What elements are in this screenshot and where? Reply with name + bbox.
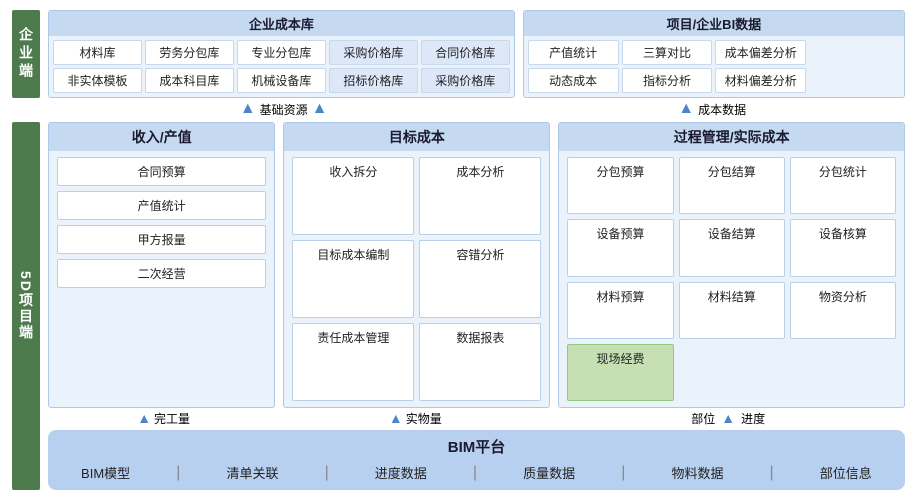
bim-divider: | <box>770 464 774 482</box>
bim-item: BIM模型 <box>81 463 130 482</box>
panel-target-title: 目标成本 <box>284 123 549 151</box>
panel-right-item: 物资分析 <box>790 282 896 339</box>
main-container: 企业端 企业成本库 材料库 劳务分包库 专业分包库 采购价格库 合同价格库 非实… <box>0 0 917 500</box>
arrow-complete-label: 完工量 <box>154 410 190 427</box>
panel-process-title: 过程管理/实际成本 <box>559 123 904 151</box>
enterprise-cell: 材料库 <box>53 40 142 65</box>
enterprise-cell: 合同价格库 <box>421 40 510 65</box>
panel-item: 产值统计 <box>57 191 266 220</box>
enterprise-cell: 产值统计 <box>528 40 619 65</box>
middle-content: 收入/产值 合同预算 产值统计 甲方报量 二次经营 目标成本 收入拆分 成本分析… <box>48 122 905 490</box>
enterprise-left-grid: 材料库 劳务分包库 专业分包库 采购价格库 合同价格库 非实体模板 成本科目库 … <box>49 36 514 97</box>
panel-income-body: 合同预算 产值统计 甲方报量 二次经营 <box>49 151 274 407</box>
enterprise-cell: 指标分析 <box>622 68 713 93</box>
arrow-up-icon6: ▲ <box>721 410 735 426</box>
bim-title: BIM平台 <box>58 436 895 457</box>
bim-divider: | <box>325 464 329 482</box>
panel-grid-item: 责任成本管理 <box>292 323 414 401</box>
enterprise-left-block: 企业成本库 材料库 劳务分包库 专业分包库 采购价格库 合同价格库 非实体模板 … <box>48 10 515 98</box>
enterprise-cell: 三算对比 <box>622 40 713 65</box>
arrow-real-label: 实物量 <box>406 410 442 427</box>
arrow-dept-label: 部位 <box>691 410 715 427</box>
arrow-up-icon2: ▲ <box>312 101 328 117</box>
top-arrow-right-label: 成本数据 <box>698 101 746 118</box>
panel-process: 过程管理/实际成本 分包预算 分包结算 分包统计 设备预算 设备结算 设备核算 … <box>558 122 905 408</box>
bim-item: 清单关联 <box>226 463 278 482</box>
panel-target: 目标成本 收入拆分 成本分析 目标成本编制 容错分析 责任成本管理 数据报表 <box>283 122 550 408</box>
panel-right-item: 分包结算 <box>679 157 785 214</box>
panel-income: 收入/产值 合同预算 产值统计 甲方报量 二次经营 <box>48 122 275 408</box>
enterprise-cell: 成本偏差分析 <box>715 40 806 65</box>
arrow-dept-progress: 部位 ▲ 进度 <box>551 410 905 427</box>
middle-section: 5D项目端 收入/产值 合同预算 产值统计 甲方报量 二次经营 目标成本 <box>12 122 905 490</box>
bim-item: 质量数据 <box>523 463 575 482</box>
arrow-up-icon4: ▲ <box>137 410 151 426</box>
top-arrow-left-label: 基础资源 <box>260 101 308 118</box>
panel-process-grid: 分包预算 分包结算 分包统计 设备预算 设备结算 设备核算 材料预算 材料结算 … <box>559 151 904 407</box>
enterprise-cell: 非实体模板 <box>53 68 142 93</box>
panel-grid-item: 目标成本编制 <box>292 240 414 318</box>
panel-right-item-empty <box>790 344 896 401</box>
enterprise-section: 企业端 企业成本库 材料库 劳务分包库 专业分包库 采购价格库 合同价格库 非实… <box>12 10 905 98</box>
enterprise-right-title: 项目/企业BI数据 <box>524 11 904 36</box>
bim-divider: | <box>473 464 477 482</box>
enterprise-cell: 招标价格库 <box>329 68 418 93</box>
enterprise-label: 企业端 <box>12 10 40 98</box>
enterprise-content: 企业成本库 材料库 劳务分包库 专业分包库 采购价格库 合同价格库 非实体模板 … <box>48 10 905 98</box>
panel-grid-item: 数据报表 <box>419 323 541 401</box>
panel-right-item: 设备结算 <box>679 219 785 276</box>
bim-item: 部位信息 <box>820 463 872 482</box>
enterprise-cell: 采购价格库 <box>329 40 418 65</box>
panels-row: 收入/产值 合同预算 产值统计 甲方报量 二次经营 目标成本 收入拆分 成本分析… <box>48 122 905 408</box>
enterprise-cell: 专业分包库 <box>237 40 326 65</box>
bim-divider: | <box>621 464 625 482</box>
bim-section: BIM平台 BIM模型 | 清单关联 | 进度数据 | 质量数据 | 物料数据 … <box>48 430 905 490</box>
arrow-up-icon: ▲ <box>240 101 256 117</box>
panel-grid-item: 收入拆分 <box>292 157 414 235</box>
enterprise-cell: 材料偏差分析 <box>715 68 806 93</box>
panel-right-item: 设备预算 <box>567 219 673 276</box>
panel-target-grid: 收入拆分 成本分析 目标成本编制 容错分析 责任成本管理 数据报表 <box>284 151 549 407</box>
panel-right-item: 分包预算 <box>567 157 673 214</box>
panel-right-item-empty <box>679 344 785 401</box>
top-arrow-left: ▲ 基础资源 ▲ <box>48 101 519 118</box>
enterprise-right-block: 项目/企业BI数据 产值统计 三算对比 成本偏差分析 动态成本 指标分析 材料偏… <box>523 10 905 98</box>
arrow-up-icon3: ▲ <box>678 101 694 117</box>
enterprise-cell: 采购价格库 <box>421 68 510 93</box>
panel-right-item: 设备核算 <box>790 219 896 276</box>
bim-divider: | <box>176 464 180 482</box>
enterprise-left-title: 企业成本库 <box>49 11 514 36</box>
bottom-arrows-row: ▲ 完工量 ▲ 实物量 部位 ▲ 进度 <box>48 408 905 428</box>
arrow-real: ▲ 实物量 <box>279 410 551 427</box>
enterprise-cell: 动态成本 <box>528 68 619 93</box>
panel-right-item: 材料预算 <box>567 282 673 339</box>
enterprise-cell: 成本科目库 <box>145 68 234 93</box>
panel-item: 甲方报量 <box>57 225 266 254</box>
panel-income-title: 收入/产值 <box>49 123 274 151</box>
panel-item: 合同预算 <box>57 157 266 186</box>
arrow-up-icon5: ▲ <box>389 410 403 426</box>
panel-right-item-green: 现场经费 <box>567 344 673 401</box>
panel-right-item: 材料结算 <box>679 282 785 339</box>
bim-item: 进度数据 <box>375 463 427 482</box>
bim-items: BIM模型 | 清单关联 | 进度数据 | 质量数据 | 物料数据 | 部位信息 <box>58 463 895 482</box>
panel-grid-item: 容错分析 <box>419 240 541 318</box>
panel-grid-item: 成本分析 <box>419 157 541 235</box>
panel-right-item: 分包统计 <box>790 157 896 214</box>
enterprise-right-grid: 产值统计 三算对比 成本偏差分析 动态成本 指标分析 材料偏差分析 <box>524 36 904 97</box>
panel-item: 二次经营 <box>57 259 266 288</box>
top-arrow-row: ▲ 基础资源 ▲ ▲ 成本数据 <box>12 98 905 120</box>
arrow-progress-label: 进度 <box>741 410 765 427</box>
enterprise-cell: 劳务分包库 <box>145 40 234 65</box>
top-arrow-right: ▲ 成本数据 <box>519 101 905 118</box>
side-label: 5D项目端 <box>12 122 40 490</box>
enterprise-cell: 机械设备库 <box>237 68 326 93</box>
bim-item: 物料数据 <box>671 463 723 482</box>
arrow-complete: ▲ 完工量 <box>48 410 279 427</box>
